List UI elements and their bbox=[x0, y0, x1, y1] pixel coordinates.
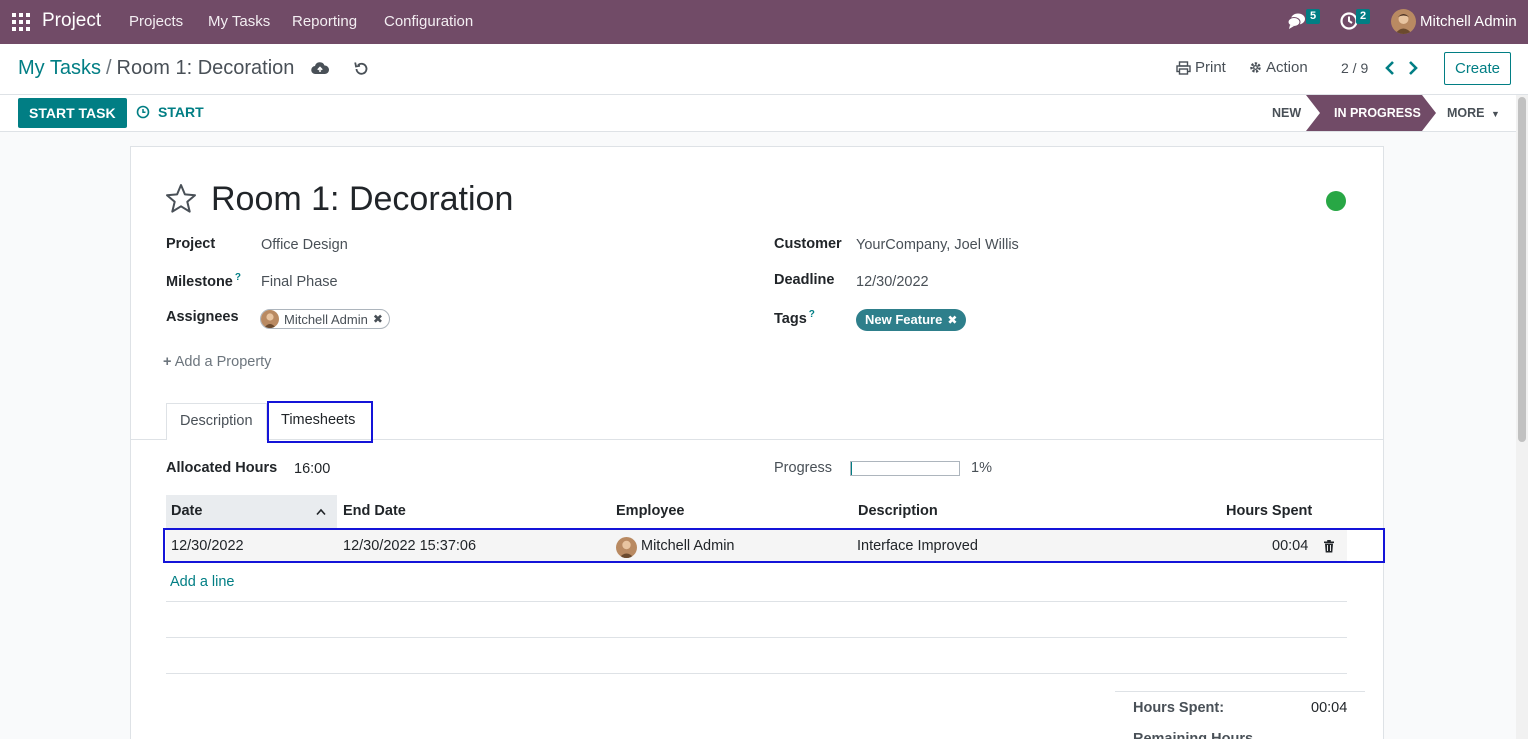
assignee-name: Mitchell Admin bbox=[284, 311, 368, 327]
summary-hours-value: 00:04 bbox=[1311, 700, 1348, 716]
status-bar: START TASK START NEW IN PROGRESS MORE ▼ bbox=[0, 95, 1528, 132]
tags-label: Tags? bbox=[774, 309, 815, 327]
stage-in-progress-label: IN PROGRESS bbox=[1334, 106, 1421, 120]
assignees-label: Assignees bbox=[166, 309, 239, 325]
task-title[interactable]: Room 1: Decoration bbox=[211, 180, 513, 219]
menu-configuration[interactable]: Configuration bbox=[384, 13, 473, 30]
add-property-button[interactable]: + Add a Property bbox=[163, 354, 271, 370]
activities-count-badge: 2 bbox=[1356, 9, 1371, 24]
milestone-label: Milestone? bbox=[166, 272, 241, 290]
priority-star-icon[interactable] bbox=[165, 183, 197, 213]
stage-more-dropdown[interactable]: MORE ▼ bbox=[1447, 95, 1500, 131]
summary-hours-label: Hours Spent: bbox=[1133, 700, 1225, 716]
caret-down-icon: ▼ bbox=[1490, 109, 1500, 119]
control-panel: My Tasks / Room 1: Decoration Print Action… bbox=[0, 44, 1528, 95]
menu-reporting[interactable]: Reporting bbox=[292, 13, 357, 30]
tag-new-feature[interactable]: New Feature ✖ bbox=[856, 309, 967, 331]
start-label: START bbox=[158, 104, 204, 120]
sort-ascending-icon[interactable] bbox=[315, 507, 327, 517]
column-date[interactable]: Date bbox=[171, 503, 202, 519]
tags-help-icon[interactable]: ? bbox=[809, 309, 815, 320]
milestone-label-text: Milestone bbox=[166, 273, 233, 290]
menu-my-tasks[interactable]: My Tasks bbox=[208, 13, 270, 30]
progress-label: Progress bbox=[774, 460, 833, 476]
app-menu-grid-icon[interactable] bbox=[12, 13, 30, 31]
progress-bar bbox=[850, 461, 960, 476]
breadcrumb: My Tasks / Room 1: Decoration bbox=[18, 57, 294, 80]
project-label: Project bbox=[166, 236, 216, 252]
clock-icon bbox=[136, 105, 150, 119]
timesheet-row-highlight bbox=[163, 528, 1385, 563]
progress-fill bbox=[851, 462, 853, 475]
breadcrumb-current: Room 1: Decoration bbox=[116, 57, 295, 79]
add-property-label: Add a Property bbox=[174, 354, 272, 370]
remove-assignee-icon[interactable]: ✖ bbox=[373, 312, 383, 326]
app-title[interactable]: Project bbox=[42, 10, 101, 32]
timesheets-tab-highlight bbox=[267, 401, 373, 443]
kanban-state-indicator[interactable] bbox=[1326, 191, 1346, 211]
summary-remaining-label: Remaining Hours bbox=[1133, 731, 1254, 739]
customer-label: Customer bbox=[774, 236, 842, 252]
column-description[interactable]: Description bbox=[858, 503, 938, 519]
stage-more-label: MORE bbox=[1447, 106, 1485, 120]
assignee-avatar bbox=[261, 310, 279, 328]
allocated-hours-field[interactable]: 16:00 bbox=[294, 461, 330, 477]
action-label: Action bbox=[1266, 59, 1308, 76]
column-hours-spent[interactable]: Hours Spent bbox=[1226, 503, 1312, 519]
discard-undo-icon[interactable] bbox=[352, 60, 370, 78]
start-task-button[interactable]: START TASK bbox=[18, 98, 127, 128]
milestone-field[interactable]: Final Phase bbox=[261, 274, 338, 290]
assignee-tag[interactable]: Mitchell Admin ✖ bbox=[260, 309, 390, 329]
tags-label-text: Tags bbox=[774, 310, 807, 327]
add-line-button[interactable]: Add a line bbox=[170, 574, 235, 590]
create-button[interactable]: Create bbox=[1444, 52, 1511, 85]
customer-field[interactable]: YourCompany, Joel Willis bbox=[856, 237, 1019, 253]
print-button[interactable]: Print bbox=[1176, 59, 1226, 76]
start-timer-button[interactable]: START bbox=[136, 104, 204, 120]
breadcrumb-my-tasks[interactable]: My Tasks bbox=[18, 57, 101, 79]
action-button[interactable]: Action bbox=[1249, 59, 1308, 76]
breadcrumb-separator: / bbox=[105, 57, 112, 79]
messages-icon[interactable] bbox=[1287, 11, 1307, 31]
menu-projects[interactable]: Projects bbox=[129, 13, 183, 30]
user-avatar[interactable] bbox=[1391, 9, 1416, 34]
project-field[interactable]: Office Design bbox=[261, 237, 348, 253]
remove-tag-icon[interactable]: ✖ bbox=[947, 313, 957, 327]
tab-description[interactable]: Description bbox=[166, 403, 267, 440]
user-name[interactable]: Mitchell Admin bbox=[1420, 13, 1517, 30]
column-employee[interactable]: Employee bbox=[616, 503, 685, 519]
print-label: Print bbox=[1195, 59, 1226, 76]
table-divider bbox=[166, 601, 1347, 602]
save-cloud-icon[interactable] bbox=[311, 60, 329, 78]
pager-previous-icon[interactable] bbox=[1383, 59, 1397, 77]
summary-divider bbox=[1115, 691, 1365, 692]
pager-next-icon[interactable] bbox=[1406, 59, 1420, 77]
allocated-hours-label: Allocated Hours bbox=[166, 460, 278, 476]
stage-new[interactable]: NEW bbox=[1272, 95, 1301, 131]
progress-value: 1% bbox=[971, 460, 992, 476]
deadline-label: Deadline bbox=[774, 272, 835, 288]
stage-in-progress[interactable]: IN PROGRESS bbox=[1306, 95, 1436, 131]
plus-icon: + bbox=[163, 354, 172, 370]
tag-label: New Feature bbox=[865, 312, 943, 327]
table-divider bbox=[166, 673, 1347, 674]
milestone-help-icon[interactable]: ? bbox=[235, 272, 241, 283]
print-icon bbox=[1176, 60, 1191, 75]
top-navbar: Project Projects My Tasks Reporting Conf… bbox=[0, 0, 1528, 44]
table-divider bbox=[166, 637, 1347, 638]
vertical-scrollbar[interactable] bbox=[1516, 95, 1528, 739]
gear-icon bbox=[1250, 62, 1261, 73]
column-end-date[interactable]: End Date bbox=[343, 503, 406, 519]
deadline-field[interactable]: 12/30/2022 bbox=[856, 274, 929, 290]
messages-count-badge: 5 bbox=[1306, 9, 1321, 24]
pager-value[interactable]: 2 / 9 bbox=[1341, 60, 1368, 76]
scrollbar-thumb[interactable] bbox=[1518, 97, 1526, 442]
